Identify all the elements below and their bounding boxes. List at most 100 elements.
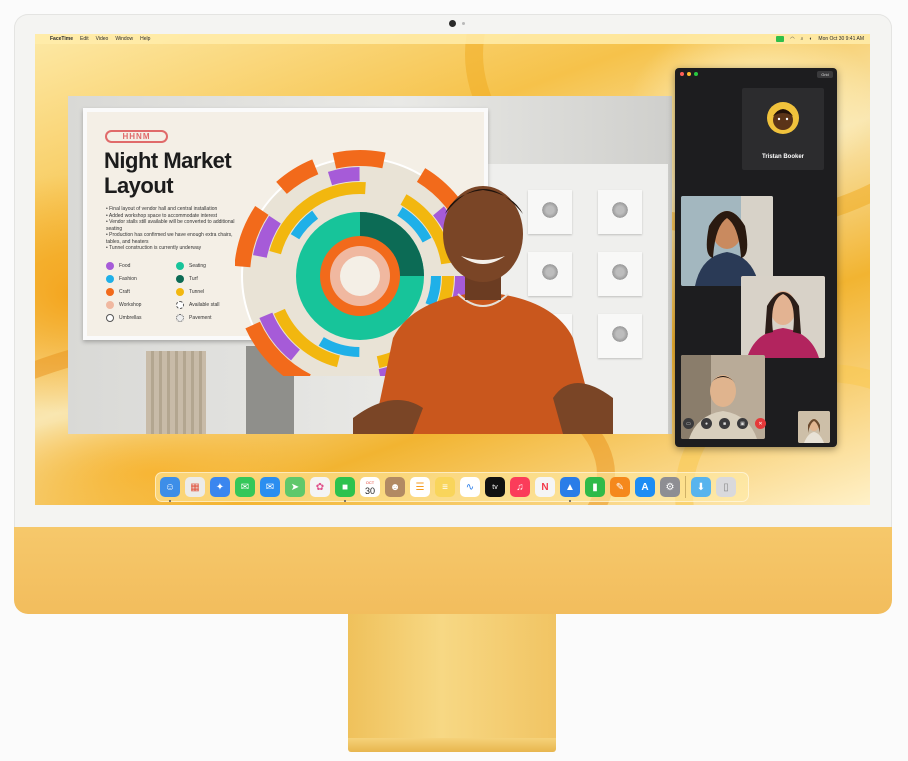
- imac-stand: [348, 614, 556, 740]
- legend-swatch: [176, 262, 184, 270]
- radiator: [146, 351, 206, 434]
- running-indicator: [344, 500, 346, 502]
- self-view-video: [798, 411, 830, 443]
- running-indicator: [169, 500, 171, 502]
- self-view[interactable]: [798, 411, 830, 443]
- camera-indicator: [462, 22, 465, 25]
- menu-clock[interactable]: Mon Oct 30 9:41 AM: [818, 36, 864, 42]
- dock-finder-icon[interactable]: ☺: [160, 477, 180, 502]
- legend-swatch: [106, 314, 114, 322]
- share-screen-icon[interactable]: ▣: [737, 418, 748, 429]
- news-icon: N: [541, 481, 549, 493]
- legend-item: Workshop: [106, 301, 176, 309]
- end-call-icon[interactable]: ✕: [755, 418, 766, 429]
- dock-keynote-icon[interactable]: ▲: [560, 477, 580, 502]
- slide-bullet: Vendor stalls still available will be co…: [106, 219, 236, 232]
- menu-edit[interactable]: Edit: [80, 36, 89, 42]
- menu-video[interactable]: Video: [96, 36, 109, 42]
- dock-freeform-icon[interactable]: ∿: [460, 477, 480, 497]
- wifi-icon[interactable]: ◠: [790, 36, 794, 42]
- launchpad-icon: ▦: [190, 481, 200, 493]
- dock-photos-icon[interactable]: ✿: [310, 477, 330, 497]
- mute-icon[interactable]: ●: [701, 418, 712, 429]
- dock-numbers-icon[interactable]: ▮: [585, 477, 605, 497]
- photos-icon: ✿: [315, 481, 325, 493]
- legend-label: Food: [119, 263, 131, 269]
- legend-label: Available stall: [189, 302, 220, 308]
- dock-tv-icon[interactable]: tv: [485, 477, 505, 497]
- slide-badge: HHNM: [105, 130, 168, 143]
- dock-separator: [685, 476, 686, 498]
- camera-toggle-icon[interactable]: ■: [719, 418, 730, 429]
- dock-mail-icon[interactable]: ✉: [260, 477, 280, 497]
- legend-item: Craft: [106, 288, 176, 296]
- memoji-icon: [773, 109, 793, 130]
- search-icon[interactable]: ⌕: [801, 36, 804, 42]
- imac-chin: [14, 527, 892, 614]
- participant-tile[interactable]: [681, 196, 773, 286]
- legend-label: Fashion: [119, 276, 137, 282]
- notes-icon: ≡: [442, 481, 448, 493]
- dock-messages-icon[interactable]: ✉: [235, 477, 255, 497]
- trash-icon: ▯: [723, 481, 729, 493]
- dock-calendar-icon[interactable]: OCT 30: [360, 477, 380, 497]
- dock-launchpad-icon[interactable]: ▦: [185, 477, 205, 497]
- call-controls: ▭ ● ■ ▣ ✕: [683, 418, 766, 429]
- dock-safari-icon[interactable]: ✦: [210, 477, 230, 497]
- dock-music-icon[interactable]: ♫: [510, 477, 530, 497]
- dock-facetime-icon[interactable]: ■: [335, 477, 355, 502]
- dock-news-icon[interactable]: N: [535, 477, 555, 497]
- menu-app-name[interactable]: FaceTime: [50, 36, 73, 42]
- dock-notes-icon[interactable]: ≡: [435, 477, 455, 497]
- dock: ☺ ▦ ✦ ✉ ✉ ➤ ✿ ■ OCT 30 ☻ ☰ ≡ ∿ tv ♫ N ▲ ▮…: [155, 472, 749, 502]
- menu-window[interactable]: Window: [115, 36, 133, 42]
- numbers-icon: ▮: [592, 481, 598, 493]
- grid-button[interactable]: Grid: [817, 71, 833, 78]
- legend-swatch: [106, 288, 114, 296]
- safari-icon: ✦: [215, 481, 225, 493]
- legend-label: Tunnel: [189, 289, 205, 295]
- legend-swatch: [106, 275, 114, 283]
- finder-icon: ☺: [164, 481, 176, 493]
- messages-icon: ✉: [240, 481, 250, 493]
- legend-label: Workshop: [119, 302, 142, 308]
- participant-tile[interactable]: [741, 276, 825, 358]
- legend-swatch: [176, 314, 184, 322]
- legend-swatch: [176, 301, 184, 309]
- dock-pages-icon[interactable]: ✎: [610, 477, 630, 497]
- dock-app-store-icon[interactable]: A: [635, 477, 655, 497]
- slide-bullets: Final layout of vendor hall and central …: [106, 206, 236, 252]
- app-store-icon: A: [641, 481, 649, 493]
- slide-bullet: Final layout of vendor hall and central …: [106, 206, 236, 213]
- dock-system-settings-icon[interactable]: ⚙: [660, 477, 680, 497]
- gear-icon: ⚙: [665, 481, 675, 493]
- dock-trash-icon[interactable]: ▯: [716, 477, 736, 497]
- zoom-button[interactable]: [694, 72, 698, 76]
- dock-maps-icon[interactable]: ➤: [285, 477, 305, 497]
- control-center-icon[interactable]: ◐: [809, 36, 812, 42]
- menu-help[interactable]: Help: [140, 36, 150, 42]
- window-controls: [680, 72, 698, 76]
- reminders-icon: ☰: [415, 481, 425, 493]
- dock-contacts-icon[interactable]: ☻: [385, 477, 405, 497]
- avatar: [767, 102, 799, 134]
- freeform-icon: ∿: [465, 481, 475, 493]
- calendar-day: 30: [364, 486, 375, 496]
- participant-tile-featured[interactable]: Tristan Booker: [742, 88, 824, 170]
- desktop: FaceTime Edit Video Window Help ◠ ⌕ ◐ Mo…: [35, 34, 870, 505]
- dock-downloads-icon[interactable]: ⬇: [691, 477, 711, 497]
- minimize-button[interactable]: [687, 72, 691, 76]
- legend-swatch: [106, 262, 114, 270]
- running-indicator: [569, 500, 571, 502]
- contacts-icon: ☻: [389, 481, 401, 493]
- dock-reminders-icon[interactable]: ☰: [410, 477, 430, 497]
- sidebar-toggle-icon[interactable]: ▭: [683, 418, 694, 429]
- pages-icon: ✎: [615, 481, 625, 493]
- imac-stand-foot: [348, 738, 556, 752]
- imac: FaceTime Edit Video Window Help ◠ ⌕ ◐ Mo…: [0, 0, 908, 761]
- screen-share-indicator-icon[interactable]: [776, 36, 785, 42]
- maps-icon: ➤: [290, 481, 300, 493]
- close-button[interactable]: [680, 72, 684, 76]
- facetime-icon: ■: [341, 481, 349, 493]
- main-video[interactable]: HHNM Night Market Layout Final layout of…: [68, 96, 672, 434]
